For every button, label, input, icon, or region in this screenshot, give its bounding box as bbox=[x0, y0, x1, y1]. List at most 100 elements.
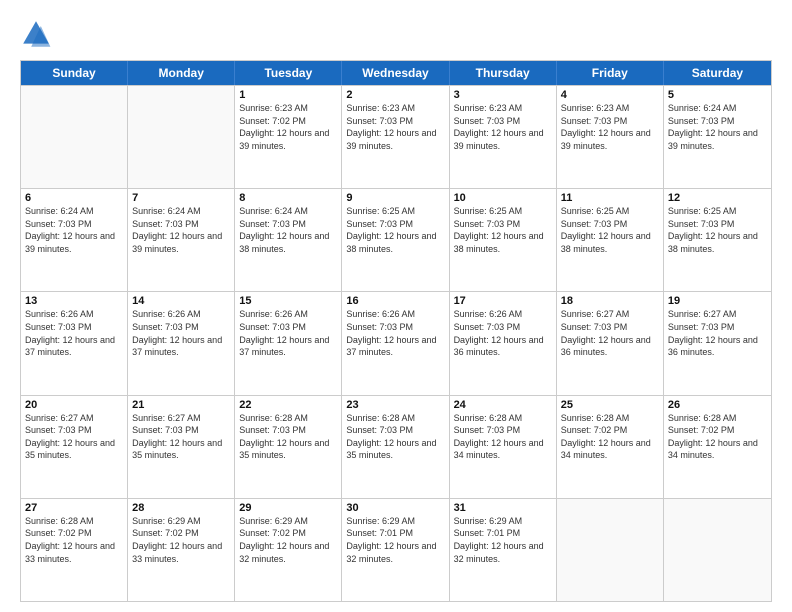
cell-info: Sunrise: 6:29 AM Sunset: 7:01 PM Dayligh… bbox=[346, 515, 444, 565]
cell-day-number: 20 bbox=[25, 399, 123, 411]
cell-day-number: 27 bbox=[25, 502, 123, 514]
cell-day-number: 6 bbox=[25, 192, 123, 204]
cell-day-number: 4 bbox=[561, 89, 659, 101]
calendar-cell: 16Sunrise: 6:26 AM Sunset: 7:03 PM Dayli… bbox=[342, 292, 449, 394]
calendar-row-3: 20Sunrise: 6:27 AM Sunset: 7:03 PM Dayli… bbox=[21, 395, 771, 498]
calendar-row-0: 1Sunrise: 6:23 AM Sunset: 7:02 PM Daylig… bbox=[21, 85, 771, 188]
calendar-cell: 29Sunrise: 6:29 AM Sunset: 7:02 PM Dayli… bbox=[235, 499, 342, 601]
cell-info: Sunrise: 6:28 AM Sunset: 7:03 PM Dayligh… bbox=[454, 412, 552, 462]
cell-day-number: 5 bbox=[668, 89, 767, 101]
cell-day-number: 14 bbox=[132, 295, 230, 307]
cell-day-number: 7 bbox=[132, 192, 230, 204]
cell-info: Sunrise: 6:27 AM Sunset: 7:03 PM Dayligh… bbox=[668, 308, 767, 358]
cell-day-number: 19 bbox=[668, 295, 767, 307]
cell-info: Sunrise: 6:23 AM Sunset: 7:03 PM Dayligh… bbox=[561, 102, 659, 152]
cell-info: Sunrise: 6:28 AM Sunset: 7:02 PM Dayligh… bbox=[25, 515, 123, 565]
cell-info: Sunrise: 6:23 AM Sunset: 7:03 PM Dayligh… bbox=[454, 102, 552, 152]
cell-info: Sunrise: 6:28 AM Sunset: 7:02 PM Dayligh… bbox=[561, 412, 659, 462]
calendar-cell: 11Sunrise: 6:25 AM Sunset: 7:03 PM Dayli… bbox=[557, 189, 664, 291]
calendar-header: SundayMondayTuesdayWednesdayThursdayFrid… bbox=[21, 61, 771, 85]
cell-info: Sunrise: 6:25 AM Sunset: 7:03 PM Dayligh… bbox=[346, 205, 444, 255]
calendar-cell: 25Sunrise: 6:28 AM Sunset: 7:02 PM Dayli… bbox=[557, 396, 664, 498]
cell-day-number: 28 bbox=[132, 502, 230, 514]
calendar: SundayMondayTuesdayWednesdayThursdayFrid… bbox=[20, 60, 772, 602]
calendar-row-2: 13Sunrise: 6:26 AM Sunset: 7:03 PM Dayli… bbox=[21, 291, 771, 394]
cell-info: Sunrise: 6:24 AM Sunset: 7:03 PM Dayligh… bbox=[239, 205, 337, 255]
cell-day-number: 10 bbox=[454, 192, 552, 204]
calendar-cell: 24Sunrise: 6:28 AM Sunset: 7:03 PM Dayli… bbox=[450, 396, 557, 498]
cell-info: Sunrise: 6:26 AM Sunset: 7:03 PM Dayligh… bbox=[454, 308, 552, 358]
calendar-body: 1Sunrise: 6:23 AM Sunset: 7:02 PM Daylig… bbox=[21, 85, 771, 601]
cell-info: Sunrise: 6:26 AM Sunset: 7:03 PM Dayligh… bbox=[25, 308, 123, 358]
cell-info: Sunrise: 6:28 AM Sunset: 7:03 PM Dayligh… bbox=[346, 412, 444, 462]
calendar-cell: 8Sunrise: 6:24 AM Sunset: 7:03 PM Daylig… bbox=[235, 189, 342, 291]
calendar-row-4: 27Sunrise: 6:28 AM Sunset: 7:02 PM Dayli… bbox=[21, 498, 771, 601]
calendar-cell bbox=[128, 86, 235, 188]
cell-day-number: 15 bbox=[239, 295, 337, 307]
calendar-cell: 22Sunrise: 6:28 AM Sunset: 7:03 PM Dayli… bbox=[235, 396, 342, 498]
cell-info: Sunrise: 6:28 AM Sunset: 7:02 PM Dayligh… bbox=[668, 412, 767, 462]
cell-info: Sunrise: 6:29 AM Sunset: 7:02 PM Dayligh… bbox=[239, 515, 337, 565]
header-day-thursday: Thursday bbox=[450, 61, 557, 85]
cell-info: Sunrise: 6:27 AM Sunset: 7:03 PM Dayligh… bbox=[25, 412, 123, 462]
cell-day-number: 30 bbox=[346, 502, 444, 514]
logo-icon bbox=[20, 18, 52, 50]
calendar-cell: 28Sunrise: 6:29 AM Sunset: 7:02 PM Dayli… bbox=[128, 499, 235, 601]
calendar-cell: 1Sunrise: 6:23 AM Sunset: 7:02 PM Daylig… bbox=[235, 86, 342, 188]
cell-info: Sunrise: 6:27 AM Sunset: 7:03 PM Dayligh… bbox=[561, 308, 659, 358]
calendar-cell: 13Sunrise: 6:26 AM Sunset: 7:03 PM Dayli… bbox=[21, 292, 128, 394]
calendar-cell: 17Sunrise: 6:26 AM Sunset: 7:03 PM Dayli… bbox=[450, 292, 557, 394]
cell-info: Sunrise: 6:24 AM Sunset: 7:03 PM Dayligh… bbox=[25, 205, 123, 255]
cell-day-number: 2 bbox=[346, 89, 444, 101]
cell-day-number: 21 bbox=[132, 399, 230, 411]
calendar-cell: 31Sunrise: 6:29 AM Sunset: 7:01 PM Dayli… bbox=[450, 499, 557, 601]
calendar-cell: 23Sunrise: 6:28 AM Sunset: 7:03 PM Dayli… bbox=[342, 396, 449, 498]
cell-day-number: 16 bbox=[346, 295, 444, 307]
cell-day-number: 17 bbox=[454, 295, 552, 307]
cell-info: Sunrise: 6:23 AM Sunset: 7:02 PM Dayligh… bbox=[239, 102, 337, 152]
calendar-cell: 14Sunrise: 6:26 AM Sunset: 7:03 PM Dayli… bbox=[128, 292, 235, 394]
cell-info: Sunrise: 6:24 AM Sunset: 7:03 PM Dayligh… bbox=[668, 102, 767, 152]
cell-day-number: 11 bbox=[561, 192, 659, 204]
calendar-cell: 18Sunrise: 6:27 AM Sunset: 7:03 PM Dayli… bbox=[557, 292, 664, 394]
header-day-sunday: Sunday bbox=[21, 61, 128, 85]
calendar-cell bbox=[664, 499, 771, 601]
cell-info: Sunrise: 6:25 AM Sunset: 7:03 PM Dayligh… bbox=[561, 205, 659, 255]
cell-info: Sunrise: 6:24 AM Sunset: 7:03 PM Dayligh… bbox=[132, 205, 230, 255]
header-day-monday: Monday bbox=[128, 61, 235, 85]
cell-info: Sunrise: 6:29 AM Sunset: 7:01 PM Dayligh… bbox=[454, 515, 552, 565]
cell-day-number: 29 bbox=[239, 502, 337, 514]
calendar-cell: 19Sunrise: 6:27 AM Sunset: 7:03 PM Dayli… bbox=[664, 292, 771, 394]
cell-day-number: 31 bbox=[454, 502, 552, 514]
cell-day-number: 9 bbox=[346, 192, 444, 204]
calendar-cell: 5Sunrise: 6:24 AM Sunset: 7:03 PM Daylig… bbox=[664, 86, 771, 188]
calendar-cell: 12Sunrise: 6:25 AM Sunset: 7:03 PM Dayli… bbox=[664, 189, 771, 291]
cell-day-number: 25 bbox=[561, 399, 659, 411]
calendar-cell: 21Sunrise: 6:27 AM Sunset: 7:03 PM Dayli… bbox=[128, 396, 235, 498]
cell-info: Sunrise: 6:27 AM Sunset: 7:03 PM Dayligh… bbox=[132, 412, 230, 462]
calendar-cell: 7Sunrise: 6:24 AM Sunset: 7:03 PM Daylig… bbox=[128, 189, 235, 291]
header-day-tuesday: Tuesday bbox=[235, 61, 342, 85]
cell-info: Sunrise: 6:28 AM Sunset: 7:03 PM Dayligh… bbox=[239, 412, 337, 462]
calendar-cell: 27Sunrise: 6:28 AM Sunset: 7:02 PM Dayli… bbox=[21, 499, 128, 601]
page: SundayMondayTuesdayWednesdayThursdayFrid… bbox=[0, 0, 792, 612]
header bbox=[20, 18, 772, 50]
cell-day-number: 12 bbox=[668, 192, 767, 204]
cell-day-number: 1 bbox=[239, 89, 337, 101]
cell-info: Sunrise: 6:23 AM Sunset: 7:03 PM Dayligh… bbox=[346, 102, 444, 152]
header-day-friday: Friday bbox=[557, 61, 664, 85]
calendar-cell bbox=[21, 86, 128, 188]
cell-info: Sunrise: 6:26 AM Sunset: 7:03 PM Dayligh… bbox=[346, 308, 444, 358]
cell-day-number: 8 bbox=[239, 192, 337, 204]
cell-day-number: 23 bbox=[346, 399, 444, 411]
cell-info: Sunrise: 6:26 AM Sunset: 7:03 PM Dayligh… bbox=[132, 308, 230, 358]
calendar-cell: 15Sunrise: 6:26 AM Sunset: 7:03 PM Dayli… bbox=[235, 292, 342, 394]
header-day-saturday: Saturday bbox=[664, 61, 771, 85]
calendar-cell: 9Sunrise: 6:25 AM Sunset: 7:03 PM Daylig… bbox=[342, 189, 449, 291]
cell-info: Sunrise: 6:25 AM Sunset: 7:03 PM Dayligh… bbox=[454, 205, 552, 255]
calendar-cell: 3Sunrise: 6:23 AM Sunset: 7:03 PM Daylig… bbox=[450, 86, 557, 188]
calendar-cell: 6Sunrise: 6:24 AM Sunset: 7:03 PM Daylig… bbox=[21, 189, 128, 291]
calendar-cell: 10Sunrise: 6:25 AM Sunset: 7:03 PM Dayli… bbox=[450, 189, 557, 291]
calendar-cell: 2Sunrise: 6:23 AM Sunset: 7:03 PM Daylig… bbox=[342, 86, 449, 188]
cell-day-number: 26 bbox=[668, 399, 767, 411]
